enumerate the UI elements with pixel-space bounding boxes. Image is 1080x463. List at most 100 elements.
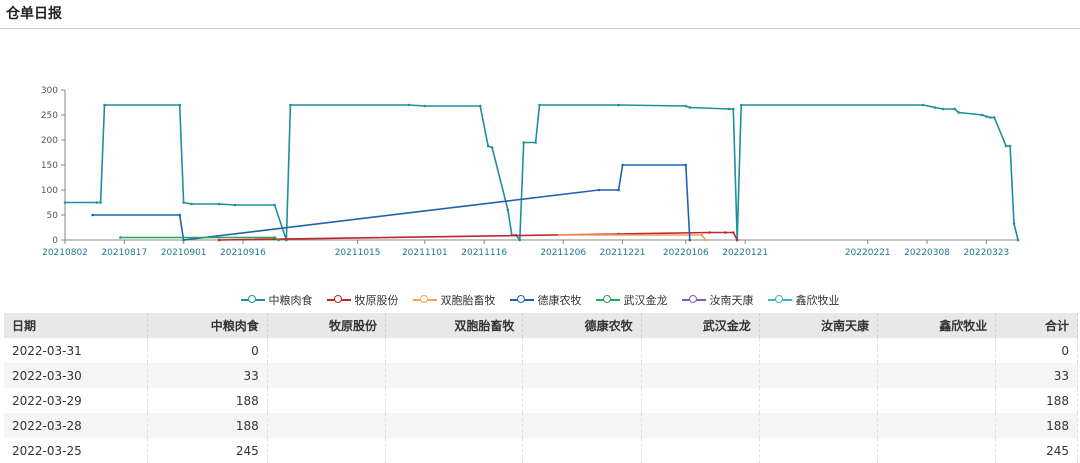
data-point (981, 113, 984, 117)
table-cell (641, 413, 760, 438)
data-point (732, 107, 735, 111)
x-tick-label: 20210916 (220, 248, 266, 258)
y-tick-label: 200 (41, 136, 58, 146)
table-cell: 2022-03-28 (4, 413, 148, 438)
data-point (91, 213, 94, 217)
legend-item[interactable]: 鑫欣牧业 (767, 292, 840, 308)
column-header[interactable]: 日期 (4, 313, 148, 338)
page-title: 仓单日报 (6, 6, 62, 22)
table-cell (522, 438, 642, 463)
data-point (1016, 238, 1020, 242)
table-body: 2022-03-31 0 0 2022-03-30 33 33 2022-03-29 188 1… (4, 338, 1078, 463)
table-cell (267, 438, 386, 463)
data-point (688, 238, 692, 242)
data-point (522, 141, 525, 144)
table-cell: 0 (995, 338, 1078, 363)
line-chart: 0 50 100 150 200 250 300 20210802 20210817 202109… (41, 86, 1020, 258)
table-cell (641, 388, 760, 413)
table-cell (759, 438, 879, 463)
data-point (273, 236, 276, 239)
legend-item[interactable]: 牧原股份 (326, 292, 399, 308)
column-header[interactable]: 鑫欣牧业 (877, 313, 997, 338)
data-point (1004, 144, 1008, 148)
y-tick-label: 50 (47, 211, 59, 221)
table-cell: 2022-03-30 (4, 363, 148, 388)
y-tick-label: 300 (41, 86, 58, 96)
column-header[interactable]: 德康农牧 (522, 313, 642, 338)
table-cell (522, 388, 642, 413)
column-header[interactable]: 武汉金龙 (641, 313, 760, 338)
data-point (1012, 222, 1016, 225)
legend-swatch-icon (412, 295, 437, 305)
column-header[interactable]: 合计 (995, 313, 1078, 338)
table-cell (267, 338, 386, 363)
chart-legend: 中粮肉食 牧原股份 双胞胎畜牧 德康农牧 武汉金龙 汝南天康 鑫欣牧业 (0, 291, 1080, 309)
x-tick-label: 20220221 (845, 248, 891, 258)
data-point (217, 202, 221, 206)
legend-item[interactable]: 德康农牧 (509, 292, 582, 308)
series-line (219, 231, 738, 241)
table-cell (759, 363, 879, 388)
table-row: 2022-03-29 188 188 (4, 388, 1078, 413)
x-tick-label: 20211116 (461, 248, 507, 258)
x-tick-label: 20210901 (161, 248, 207, 258)
column-header[interactable]: 中粮肉食 (147, 313, 268, 338)
table-cell (759, 388, 879, 413)
column-header[interactable]: 汝南天康 (759, 313, 879, 338)
legend-swatch-icon (767, 295, 792, 305)
x-tick-label: 20211101 (402, 248, 448, 258)
table-cell (385, 438, 524, 463)
legend-item[interactable]: 双胞胎畜牧 (412, 292, 496, 308)
legend-label: 鑫欣牧业 (795, 294, 840, 307)
table-cell (759, 338, 879, 363)
y-tick-label: 250 (41, 111, 58, 121)
table-cell: 188 (995, 413, 1078, 438)
data-point (119, 236, 122, 239)
legend-item[interactable]: 武汉金龙 (595, 292, 668, 308)
data-point (688, 106, 692, 109)
legend-label: 汝南天康 (709, 294, 754, 307)
table-cell (641, 438, 760, 463)
table-cell (385, 388, 524, 413)
legend-swatch-icon (326, 295, 351, 305)
table-cell (385, 413, 524, 438)
table-row: 2022-03-31 0 0 (4, 338, 1078, 363)
column-header[interactable]: 双胞胎畜牧 (385, 313, 524, 338)
x-tick-label: 20220106 (663, 248, 709, 258)
data-point (728, 107, 731, 111)
data-point (289, 103, 292, 107)
data-point (941, 107, 945, 111)
legend-label: 武汉金龙 (623, 294, 668, 307)
data-point (103, 103, 106, 107)
data-point (953, 107, 956, 111)
title-divider (0, 28, 1080, 29)
table-cell (267, 388, 386, 413)
data-table: 日期 中粮肉食 牧原股份 双胞胎畜牧 德康农牧 武汉金龙 汝南天康 鑫欣牧业 合计 2022-0… (4, 313, 1078, 463)
table-cell: 2022-03-25 (4, 438, 148, 463)
legend-swatch-icon (681, 295, 706, 305)
x-tick-label: 20211015 (335, 248, 381, 258)
data-point (178, 103, 181, 107)
x-tick-label: 20211221 (600, 248, 646, 258)
table-cell (522, 413, 642, 438)
data-point (407, 103, 411, 107)
column-header[interactable]: 牧原股份 (267, 313, 386, 338)
legend-item[interactable]: 汝南天康 (681, 292, 754, 308)
data-point (735, 238, 739, 242)
table-row: 2022-03-25 245 245 (4, 438, 1078, 463)
legend-item[interactable]: 中粮肉食 (240, 292, 313, 308)
data-point (957, 111, 960, 114)
x-tick-label: 20220121 (722, 248, 768, 258)
table-cell: 0 (147, 338, 268, 363)
data-point (739, 103, 743, 107)
table-row: 2022-03-30 33 33 (4, 363, 1078, 388)
table-cell: 245 (147, 438, 268, 463)
data-point (99, 201, 102, 204)
table-cell: 2022-03-31 (4, 338, 148, 363)
data-point (558, 233, 561, 237)
x-tick-label: 20210802 (42, 248, 88, 258)
data-point (617, 103, 620, 107)
data-point (178, 213, 181, 217)
y-tick-label: 0 (52, 236, 58, 246)
data-point (538, 103, 541, 107)
